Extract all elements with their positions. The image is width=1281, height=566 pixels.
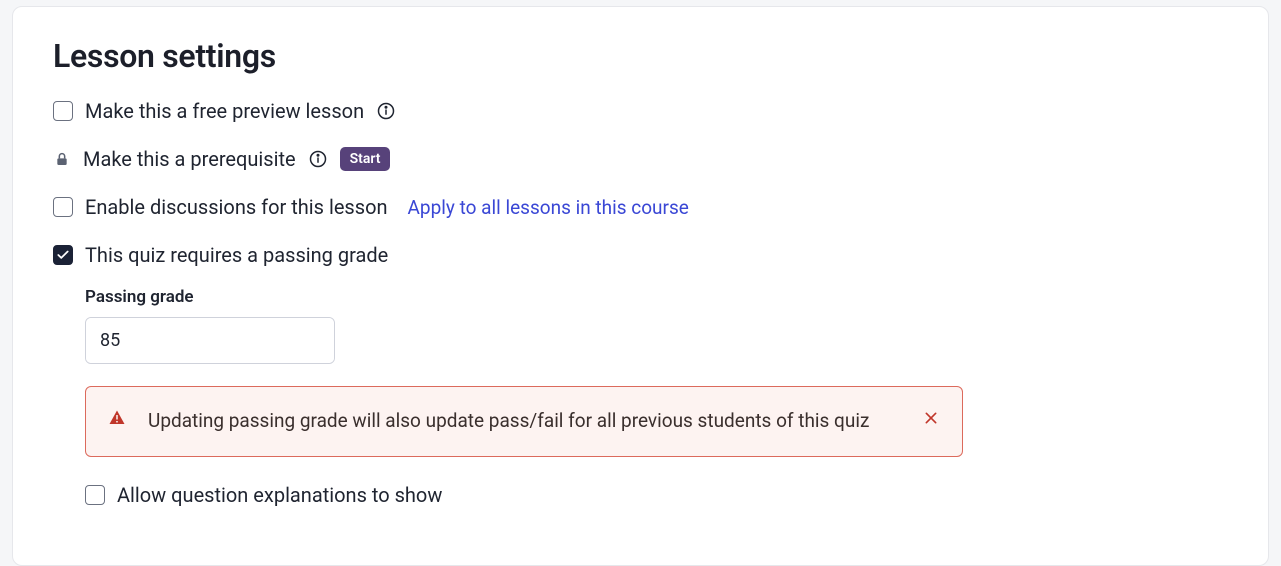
label-discussions: Enable discussions for this lesson bbox=[85, 195, 388, 219]
apply-all-link[interactable]: Apply to all lessons in this course bbox=[408, 196, 689, 219]
checkbox-allow-explanations[interactable] bbox=[85, 485, 105, 505]
alert-message: Updating passing grade will also update … bbox=[148, 407, 900, 436]
warning-icon bbox=[108, 409, 126, 427]
info-icon[interactable] bbox=[376, 101, 396, 121]
row-passing-grade-required: This quiz requires a passing grade bbox=[53, 243, 1228, 267]
label-free-preview: Make this a free preview lesson bbox=[85, 99, 364, 123]
passing-grade-section: Passing grade % Updating passing grade w… bbox=[85, 287, 1228, 507]
row-allow-explanations: Allow question explanations to show bbox=[85, 483, 1228, 507]
checkbox-free-preview[interactable] bbox=[53, 101, 73, 121]
warning-alert: Updating passing grade will also update … bbox=[85, 386, 963, 457]
passing-grade-input-group: % bbox=[85, 317, 335, 364]
lock-icon bbox=[53, 150, 71, 168]
row-free-preview: Make this a free preview lesson bbox=[53, 99, 1228, 123]
label-passing-grade-required: This quiz requires a passing grade bbox=[85, 243, 388, 267]
checkbox-discussions[interactable] bbox=[53, 197, 73, 217]
passing-grade-label: Passing grade bbox=[85, 287, 1228, 307]
checkbox-passing-grade[interactable] bbox=[53, 245, 73, 265]
label-allow-explanations: Allow question explanations to show bbox=[117, 483, 442, 507]
close-icon[interactable] bbox=[922, 409, 940, 427]
passing-grade-input[interactable] bbox=[86, 318, 335, 363]
start-badge[interactable]: Start bbox=[340, 147, 391, 171]
info-icon[interactable] bbox=[308, 149, 328, 169]
row-prerequisite: Make this a prerequisite Start bbox=[53, 147, 1228, 171]
page-title: Lesson settings bbox=[53, 37, 1228, 75]
row-discussions: Enable discussions for this lesson Apply… bbox=[53, 195, 1228, 219]
lesson-settings-card: Lesson settings Make this a free preview… bbox=[12, 6, 1269, 566]
label-prerequisite: Make this a prerequisite bbox=[83, 147, 296, 171]
